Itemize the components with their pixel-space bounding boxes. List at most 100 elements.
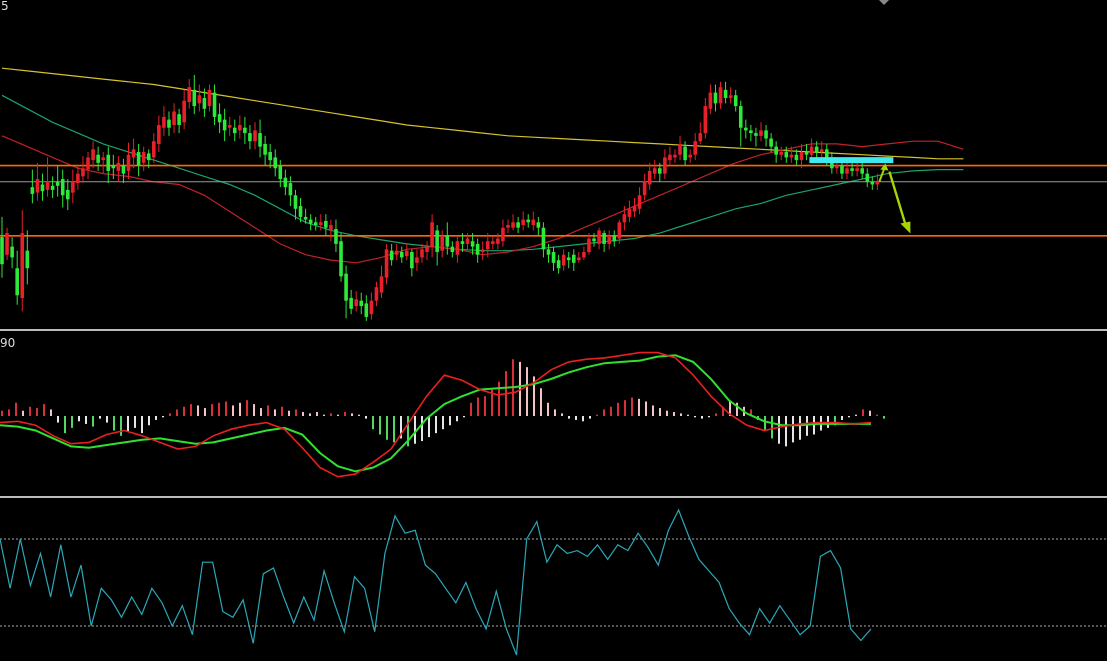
candle-body [617,222,622,239]
candle-body [20,233,25,298]
osc-line [0,508,872,656]
candle-body [799,152,804,161]
candle-body [496,238,500,244]
candle-body [835,165,839,169]
candle-body [774,146,778,155]
triangle-down-icon[interactable] [879,0,889,5]
candle-body [577,257,581,261]
stock-chart [0,0,1107,656]
candle-body [263,143,267,155]
candle-body [733,95,738,107]
candle-body [192,89,197,107]
candle-body [597,230,601,244]
candle-body [521,219,525,225]
candle-body [374,287,379,301]
candle-body [875,181,880,185]
candle-body [865,173,870,182]
candle-body [703,106,708,134]
candle-body [45,181,50,190]
candle-body [288,183,293,196]
candle-body [420,249,424,258]
candle-body [759,130,763,136]
candle-body [475,243,480,255]
candle-body [202,97,207,109]
candle-body [141,152,146,163]
candle-body [789,154,794,158]
candle-body [693,141,698,155]
candle-body [784,152,789,158]
candle-body [253,130,257,142]
scroll-arrow-icon[interactable] [879,0,889,5]
macd-dea-line [0,354,871,473]
candle-body [480,249,485,253]
candle-body [399,252,404,258]
candle-body [394,250,399,255]
candle-body [779,152,784,155]
candle-body [40,184,45,192]
candle-body [688,154,692,158]
candle-body [5,233,9,255]
candle-body [65,189,70,200]
candle-body [91,149,95,161]
candle-body [35,179,40,193]
candle-body [318,222,323,225]
arrow-up-icon [880,163,889,171]
candle-body [384,249,389,278]
candle-body [268,152,272,161]
candle-body [0,237,4,265]
candle-body [445,235,450,247]
candle-body [658,168,662,174]
candle-body [744,127,748,131]
arrow-down-shaft [888,171,908,228]
candle-body [15,268,19,296]
candle-body [116,162,121,171]
candle-body [637,195,642,209]
candle-body [491,241,495,244]
candle-body [642,181,647,196]
candle-body [349,297,353,309]
candle-body [172,111,176,125]
candle-body [582,252,586,258]
candle-body [566,257,571,261]
candle-body [440,235,445,251]
candle-body [157,125,161,144]
candle-body [546,249,551,255]
macd-panel [0,351,885,478]
candle-body [146,153,151,161]
candle-body [96,154,100,163]
candle-body [136,152,141,166]
candle-body [167,119,171,128]
candle-body [283,177,288,188]
candle-body [698,133,703,142]
candle-body [713,92,718,104]
candle-body [278,165,283,180]
ma-long-line [1,67,964,160]
candle-body [324,220,328,228]
candle-body [207,89,212,107]
candle-body [627,208,632,217]
candle-body [50,185,55,190]
candle-body [303,216,308,220]
macd-dif-line [0,351,872,478]
candle-body [197,95,202,104]
candle-body [465,238,470,244]
candle-body [60,179,65,196]
candle-body [683,146,687,161]
candle-body [329,225,333,231]
candle-body [81,168,85,177]
candle-body [845,168,849,174]
candle-body [850,168,854,171]
candle-body [152,141,156,158]
candle-body [612,235,617,242]
oscillator-panel [0,508,1107,656]
candle-body [177,114,181,125]
candle-body [131,149,136,158]
candle-body [298,206,303,217]
candle-body [632,206,637,212]
candle-body [293,195,298,209]
candle-body [794,154,799,161]
candle-body [217,114,222,123]
candle-body [561,254,566,266]
candle-body [754,133,758,136]
candle-body [243,127,247,134]
